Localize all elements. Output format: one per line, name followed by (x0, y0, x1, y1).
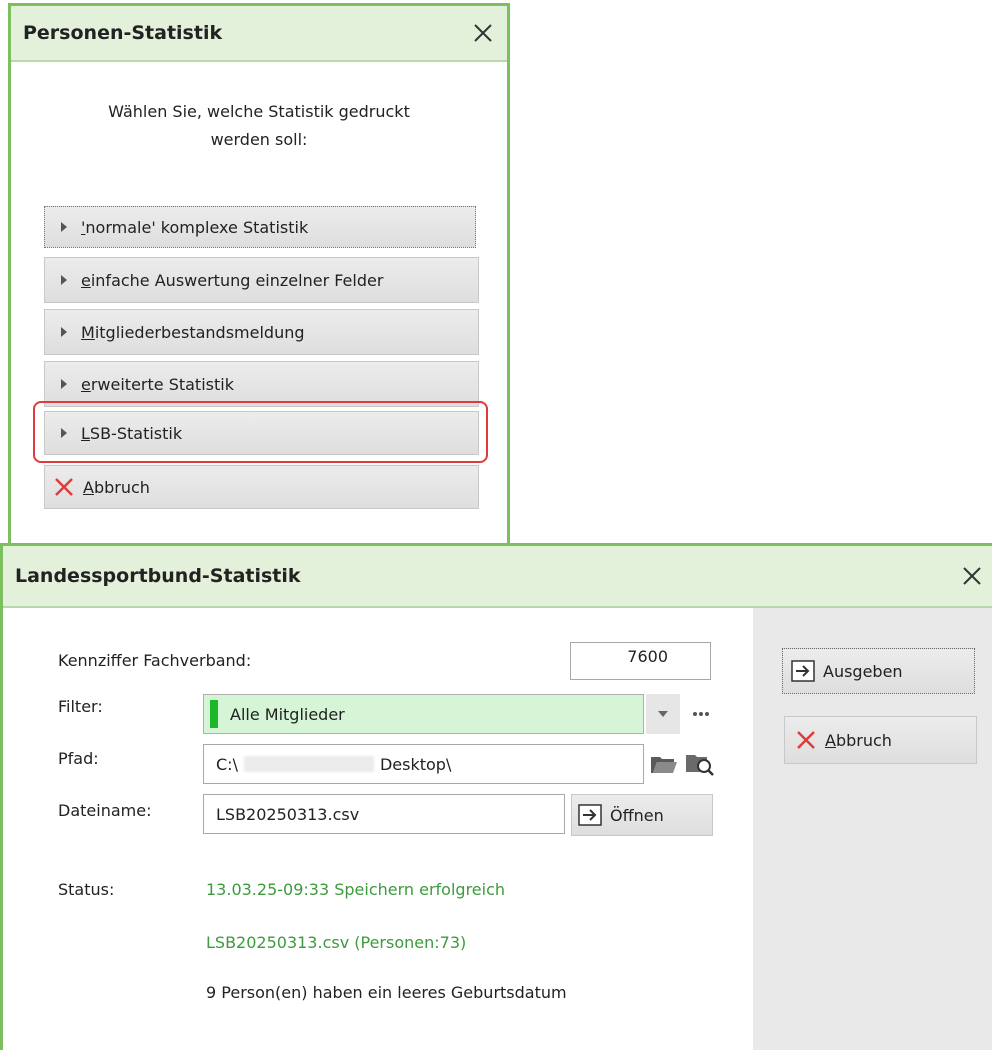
ausgeben-button[interactable]: Ausgeben (782, 648, 975, 694)
caret-right-icon (61, 379, 67, 389)
option-einfache-auswertung[interactable]: einfache Auswertung einzelner Felder (44, 257, 479, 303)
close-button[interactable] (459, 6, 507, 60)
filter-select[interactable]: Alle Mitglieder (203, 694, 644, 734)
oeffnen-button[interactable]: Öffnen (571, 794, 713, 836)
cancel-x-icon (55, 478, 73, 496)
status-label: Status: (58, 880, 115, 899)
caret-right-icon (61, 275, 67, 285)
browse-search-button[interactable] (683, 750, 717, 778)
export-arrow-icon (578, 804, 602, 826)
cancel-x-icon (797, 731, 815, 749)
option-normale-statistik[interactable]: 'normale' komplexe Statistik (44, 206, 476, 248)
option-mitgliederbestandsmeldung[interactable]: Mitgliederbestandsmeldung (44, 309, 479, 355)
dateiname-input[interactable]: LSB20250313.csv (203, 794, 565, 834)
filter-more-button[interactable] (684, 694, 718, 734)
titlebar: Landessportbund-Statistik (3, 546, 992, 608)
status-message-warning: 9 Person(en) haben ein leeres Geburtsdat… (206, 983, 567, 1002)
caret-right-icon (61, 428, 67, 438)
close-button[interactable] (952, 546, 992, 606)
abbruch-button[interactable]: Abbruch (44, 465, 479, 509)
filter-label: Filter: (58, 697, 103, 716)
export-arrow-icon (791, 660, 815, 682)
abbruch-button[interactable]: Abbruch (784, 716, 977, 764)
filter-dropdown-button[interactable] (646, 694, 680, 734)
caret-right-icon (61, 222, 67, 232)
dialog-title: Personen-Statistik (23, 22, 223, 44)
filter-color-marker (210, 700, 218, 728)
dialog-title: Landessportbund-Statistik (15, 565, 301, 587)
personen-statistik-dialog: Personen-Statistik Wählen Sie, welche St… (8, 3, 510, 546)
status-message-saved: 13.03.25-09:33 Speichern erfolgreich (206, 880, 506, 899)
close-icon (474, 24, 492, 42)
kennziffer-label: Kennziffer Fachverband: (58, 651, 252, 670)
browse-folder-button[interactable] (649, 750, 679, 778)
landessportbund-statistik-dialog: Landessportbund-Statistik Ausgeben Abbru… (0, 543, 992, 1050)
status-message-file: LSB20250313.csv (Personen:73) (206, 933, 467, 952)
option-lsb-statistik[interactable]: LSB-Statistik (44, 411, 479, 455)
folder-open-icon (651, 757, 677, 773)
chevron-down-icon (658, 711, 668, 717)
pfad-label: Pfad: (58, 749, 99, 768)
more-dots-icon (693, 712, 709, 716)
dateiname-label: Dateiname: (58, 801, 152, 820)
folder-search-icon (686, 755, 714, 776)
redacted-path-segment (243, 756, 374, 772)
close-icon (963, 567, 981, 585)
caret-right-icon (61, 327, 67, 337)
prompt-text: Wählen Sie, welche Statistik gedruckt we… (108, 102, 410, 149)
pfad-input[interactable]: C:\ Desktop\ (203, 744, 644, 784)
kennziffer-input[interactable]: 7600 (570, 642, 711, 680)
titlebar: Personen-Statistik (11, 6, 507, 62)
